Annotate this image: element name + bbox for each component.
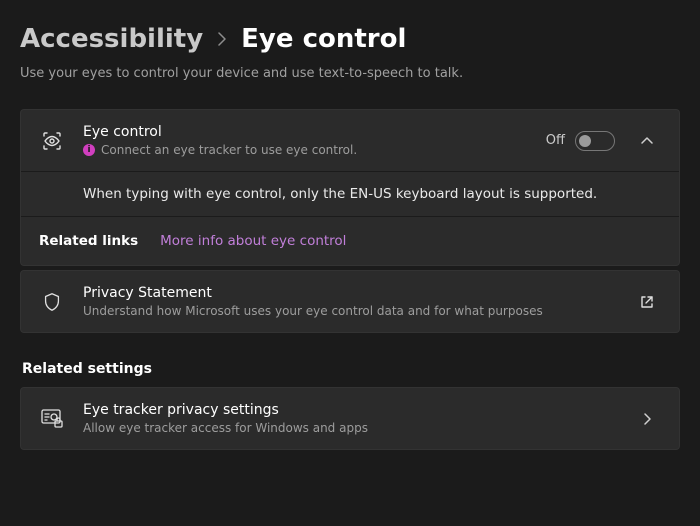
eye-control-note: When typing with eye control, only the E… xyxy=(21,171,679,216)
eye-tracker-privacy-desc: Allow eye tracker access for Windows and… xyxy=(83,421,615,435)
shield-icon xyxy=(39,291,65,313)
breadcrumb-parent[interactable]: Accessibility xyxy=(20,24,203,54)
info-icon: i xyxy=(83,144,95,156)
eye-control-card: Eye control i Connect an eye tracker to … xyxy=(20,109,680,266)
page-title: Eye control xyxy=(241,24,406,54)
toggle-state-label: Off xyxy=(546,133,565,148)
privacy-title: Privacy Statement xyxy=(83,285,615,301)
privacy-desc: Understand how Microsoft uses your eye c… xyxy=(83,304,615,318)
chevron-up-icon[interactable] xyxy=(633,134,661,148)
related-settings-header: Related settings xyxy=(22,361,680,377)
page-subtitle: Use your eyes to control your device and… xyxy=(20,66,680,81)
privacy-card[interactable]: Privacy Statement Understand how Microso… xyxy=(20,270,680,333)
eye-control-row[interactable]: Eye control i Connect an eye tracker to … xyxy=(21,110,679,171)
chevron-right-icon xyxy=(633,412,661,426)
eye-control-title: Eye control xyxy=(83,124,528,140)
eye-control-hint: Connect an eye tracker to use eye contro… xyxy=(101,143,357,157)
breadcrumb: Accessibility Eye control xyxy=(20,24,680,54)
eye-control-icon xyxy=(39,129,65,153)
external-link-icon xyxy=(633,294,661,310)
related-links-row: Related links More info about eye contro… xyxy=(21,216,679,265)
eye-control-toggle[interactable] xyxy=(575,131,615,151)
eye-tracker-privacy-card[interactable]: Eye tracker privacy settings Allow eye t… xyxy=(20,387,680,450)
related-links-label: Related links xyxy=(39,233,138,249)
chevron-right-icon xyxy=(217,32,227,46)
more-info-link[interactable]: More info about eye control xyxy=(160,233,346,249)
privacy-settings-icon xyxy=(39,408,65,430)
eye-tracker-privacy-title: Eye tracker privacy settings xyxy=(83,402,615,418)
